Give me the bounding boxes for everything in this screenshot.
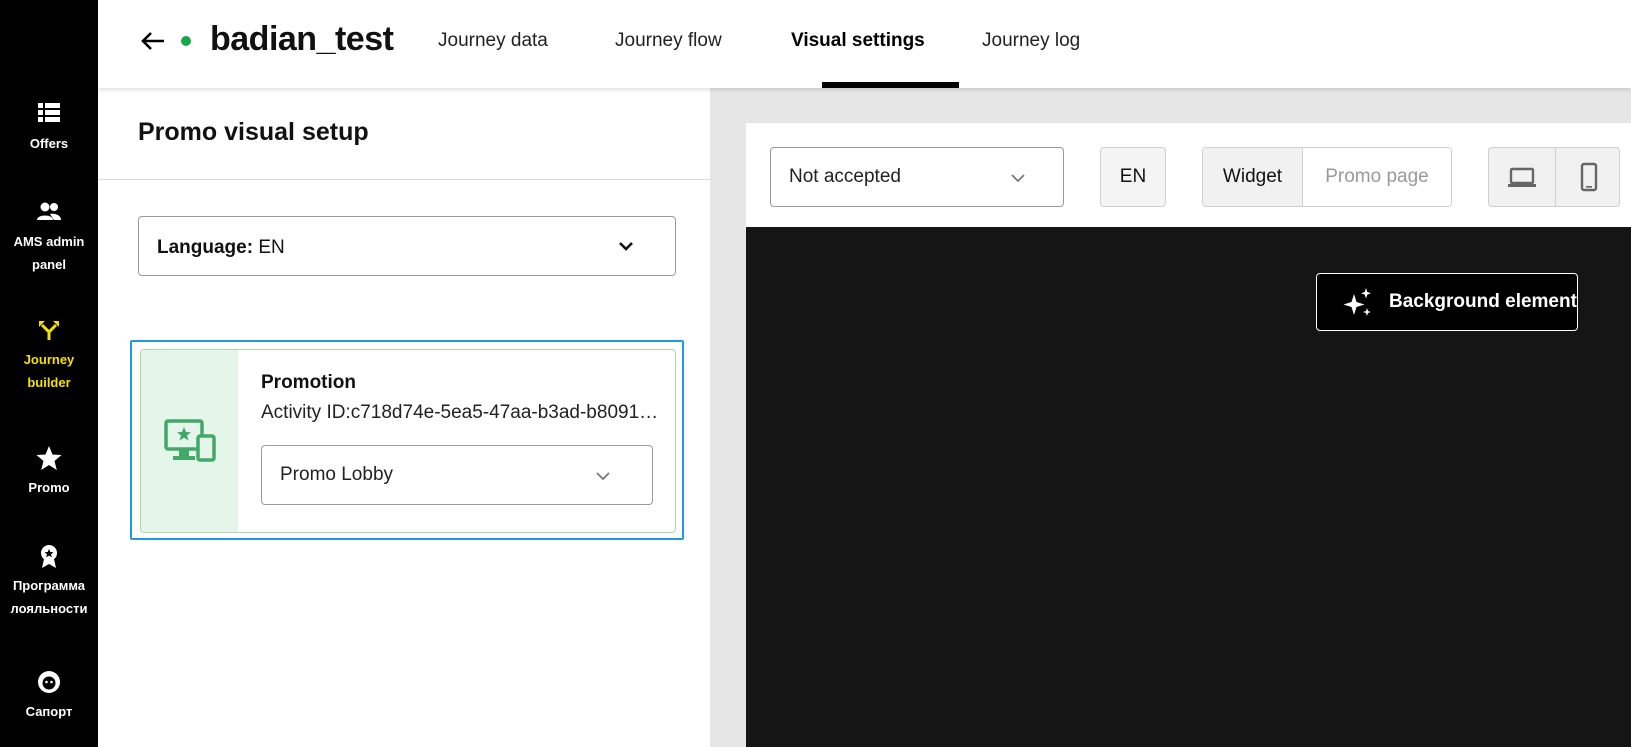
tab-journey-flow[interactable]: Journey flow bbox=[615, 30, 722, 52]
status-select[interactable]: Not accepted bbox=[770, 147, 1064, 207]
status-dot bbox=[181, 36, 191, 46]
promotion-card[interactable]: Promotion Activity ID:c718d74e-5ea5-47aa… bbox=[140, 349, 676, 533]
promotion-name: Promotion bbox=[261, 372, 356, 393]
tab-journey-data[interactable]: Journey data bbox=[438, 30, 548, 52]
support-icon bbox=[35, 668, 63, 696]
nav-label: Offers bbox=[29, 136, 69, 151]
nav-item-support[interactable]: Сапорт bbox=[0, 668, 98, 723]
preview-area: Not accepted EN Widget Promo page Backgr… bbox=[710, 88, 1631, 747]
award-icon bbox=[35, 542, 63, 570]
sparkle-icon bbox=[1343, 288, 1371, 316]
journey-title: badian_test bbox=[210, 20, 394, 58]
nav-label: Сапорт bbox=[25, 704, 73, 719]
chevron-down-icon bbox=[617, 239, 635, 253]
list-icon bbox=[35, 100, 63, 128]
promo-setup-panel: Promo visual setup Language: EN Promotio… bbox=[98, 88, 710, 747]
page-header: badian_test Journey data Journey flow Vi… bbox=[98, 0, 1631, 88]
back-arrow-icon[interactable] bbox=[138, 24, 168, 58]
preview-toolbar: Not accepted EN Widget Promo page bbox=[746, 123, 1631, 227]
mobile-icon bbox=[1580, 162, 1598, 192]
background-element-button[interactable]: Background element bbox=[1316, 273, 1578, 331]
preview-canvas[interactable]: Background element bbox=[746, 227, 1631, 747]
divider bbox=[98, 179, 710, 180]
device-toggle bbox=[1488, 147, 1620, 207]
nav-item-loyalty[interactable]: Программа лояльности bbox=[0, 542, 98, 620]
side-nav: Offers AMS admin panel Journey builder P… bbox=[0, 0, 98, 747]
preview-language-button[interactable]: EN bbox=[1100, 147, 1166, 207]
monitor-star-icon bbox=[164, 419, 216, 462]
language-value: EN bbox=[258, 237, 285, 258]
promotion-template-select[interactable]: Promo Lobby bbox=[261, 445, 653, 505]
tab-visual-settings[interactable]: Visual settings bbox=[791, 30, 925, 52]
branch-icon bbox=[35, 316, 63, 344]
nav-item-promo[interactable]: Promo bbox=[0, 444, 98, 499]
promotion-activity-id: Activity ID:c718d74e-5ea5-47aa-b3ad-b809… bbox=[261, 402, 659, 423]
desktop-view-button[interactable] bbox=[1489, 148, 1555, 206]
chevron-down-icon bbox=[1009, 171, 1027, 185]
panel-title: Promo visual setup bbox=[138, 118, 369, 146]
star-icon bbox=[35, 444, 63, 472]
nav-label: Программа лояльности bbox=[10, 578, 88, 616]
tab-journey-log[interactable]: Journey log bbox=[982, 30, 1080, 52]
promotion-template-value: Promo Lobby bbox=[280, 464, 394, 485]
nav-label: Journey builder bbox=[23, 352, 75, 390]
chevron-down-icon bbox=[594, 469, 612, 483]
active-tab-indicator bbox=[822, 82, 959, 88]
language-label: Language: bbox=[157, 237, 254, 258]
promotion-selected-frame[interactable]: Promotion Activity ID:c718d74e-5ea5-47aa… bbox=[130, 340, 684, 540]
view-mode-promo-page[interactable]: Promo page bbox=[1303, 148, 1451, 206]
nav-item-ams-admin[interactable]: AMS admin panel bbox=[0, 198, 98, 276]
desktop-icon bbox=[1508, 167, 1536, 187]
view-mode-widget[interactable]: Widget bbox=[1203, 148, 1303, 206]
nav-item-journey-builder[interactable]: Journey builder bbox=[0, 316, 98, 394]
mobile-view-button[interactable] bbox=[1556, 148, 1619, 206]
nav-label: AMS admin panel bbox=[13, 234, 85, 272]
promotion-card-side bbox=[141, 350, 238, 532]
nav-label: Promo bbox=[28, 480, 70, 495]
users-icon bbox=[35, 198, 63, 226]
status-value: Not accepted bbox=[789, 166, 901, 187]
background-element-label: Background element bbox=[1389, 291, 1577, 312]
nav-item-offers[interactable]: Offers bbox=[0, 100, 98, 155]
language-select[interactable]: Language: EN bbox=[138, 216, 676, 276]
view-mode-toggle: Widget Promo page bbox=[1202, 147, 1452, 207]
